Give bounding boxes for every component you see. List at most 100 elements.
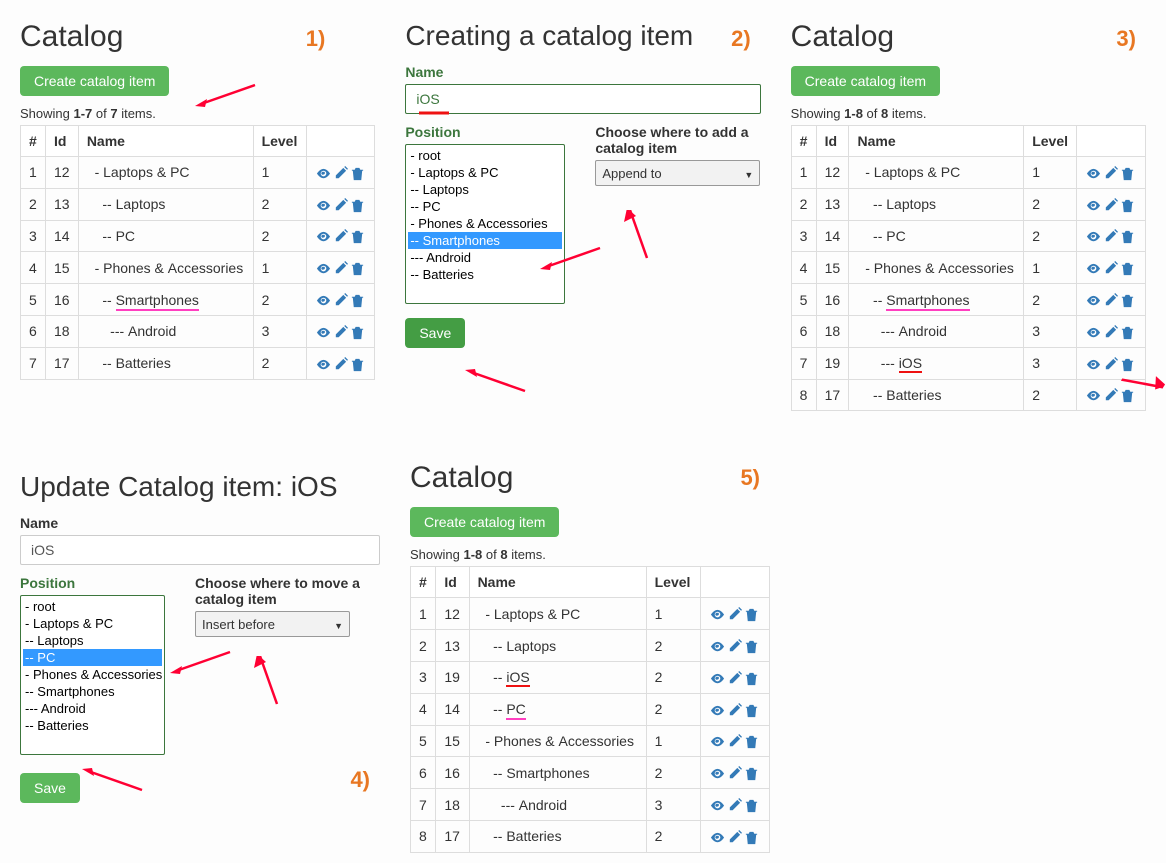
eye-icon[interactable] — [316, 259, 331, 276]
name-input[interactable] — [405, 84, 760, 114]
pencil-icon[interactable] — [333, 228, 348, 245]
trash-icon[interactable] — [350, 291, 365, 308]
eye-icon[interactable] — [1086, 355, 1101, 372]
eye-icon[interactable] — [710, 796, 725, 813]
eye-icon[interactable] — [710, 733, 725, 750]
eye-icon[interactable] — [316, 196, 331, 213]
cell-id: 17 — [436, 820, 469, 852]
pencil-icon[interactable] — [727, 669, 742, 686]
save-button[interactable]: Save — [405, 318, 465, 348]
page-title: Catalog — [791, 20, 1146, 54]
row-actions — [1077, 157, 1146, 189]
eye-icon[interactable] — [1086, 387, 1101, 404]
pencil-icon[interactable] — [727, 764, 742, 781]
eye-icon[interactable] — [316, 355, 331, 372]
pencil-icon[interactable] — [1103, 387, 1118, 404]
pencil-icon[interactable] — [727, 828, 742, 845]
eye-icon[interactable] — [316, 323, 331, 340]
trash-icon[interactable] — [1120, 323, 1135, 340]
eye-icon[interactable] — [316, 164, 331, 181]
eye-icon[interactable] — [1086, 291, 1101, 308]
name-input[interactable] — [20, 535, 380, 565]
tree-laptops: -- Laptops — [23, 632, 162, 649]
eye-icon[interactable] — [710, 637, 725, 654]
pencil-icon[interactable] — [1103, 355, 1118, 372]
trash-icon[interactable] — [1120, 291, 1135, 308]
step-2-label: 2) — [731, 26, 751, 52]
cell-level: 1 — [253, 157, 306, 189]
pencil-icon[interactable] — [1103, 196, 1118, 213]
pencil-icon[interactable] — [727, 605, 742, 622]
table-row: 112 - Laptops & PC1 — [791, 157, 1145, 189]
eye-icon[interactable] — [1086, 164, 1101, 181]
eye-icon[interactable] — [316, 291, 331, 308]
pencil-icon[interactable] — [333, 291, 348, 308]
cell-num: 8 — [791, 379, 816, 411]
pencil-icon[interactable] — [333, 355, 348, 372]
tree-android: --- Android — [408, 249, 562, 266]
pencil-icon[interactable] — [727, 637, 742, 654]
trash-icon[interactable] — [350, 196, 365, 213]
col-id: Id — [816, 126, 849, 157]
position-tree[interactable]: - root - Laptops & PC -- Laptops -- PC -… — [405, 144, 565, 304]
eye-icon[interactable] — [710, 828, 725, 845]
trash-icon[interactable] — [350, 228, 365, 245]
pencil-icon[interactable] — [333, 259, 348, 276]
tree-laptops-pc: - Laptops & PC — [23, 615, 162, 632]
cell-name: -- Batteries — [78, 347, 253, 379]
eye-icon[interactable] — [1086, 196, 1101, 213]
trash-icon[interactable] — [744, 637, 759, 654]
trash-icon[interactable] — [350, 355, 365, 372]
tree-laptops: -- Laptops — [408, 181, 562, 198]
cell-level: 2 — [1024, 220, 1077, 252]
cell-name: -- Laptops — [78, 188, 253, 220]
trash-icon[interactable] — [350, 323, 365, 340]
pencil-icon[interactable] — [333, 323, 348, 340]
trash-icon[interactable] — [1120, 259, 1135, 276]
pencil-icon[interactable] — [727, 796, 742, 813]
create-catalog-button[interactable]: Create catalog item — [791, 66, 940, 96]
trash-icon[interactable] — [1120, 164, 1135, 181]
trash-icon[interactable] — [350, 259, 365, 276]
eye-icon[interactable] — [1086, 323, 1101, 340]
trash-icon[interactable] — [1120, 228, 1135, 245]
trash-icon[interactable] — [1120, 355, 1135, 372]
trash-icon[interactable] — [350, 164, 365, 181]
create-catalog-button[interactable]: Create catalog item — [20, 66, 169, 96]
append-mode-dropdown[interactable]: Append to — [595, 160, 760, 186]
pencil-icon[interactable] — [1103, 164, 1118, 181]
pencil-icon[interactable] — [333, 164, 348, 181]
pencil-icon[interactable] — [727, 733, 742, 750]
trash-icon[interactable] — [744, 796, 759, 813]
pencil-icon[interactable] — [1103, 228, 1118, 245]
trash-icon[interactable] — [744, 669, 759, 686]
pencil-icon[interactable] — [1103, 291, 1118, 308]
eye-icon[interactable] — [1086, 259, 1101, 276]
pencil-icon[interactable] — [727, 701, 742, 718]
eye-icon[interactable] — [710, 764, 725, 781]
pencil-icon[interactable] — [1103, 259, 1118, 276]
cell-level: 1 — [1024, 157, 1077, 189]
trash-icon[interactable] — [744, 764, 759, 781]
trash-icon[interactable] — [744, 733, 759, 750]
trash-icon[interactable] — [744, 701, 759, 718]
eye-icon[interactable] — [710, 669, 725, 686]
eye-icon[interactable] — [710, 701, 725, 718]
position-tree[interactable]: - root - Laptops & PC -- Laptops -- PC -… — [20, 595, 165, 755]
trash-icon[interactable] — [744, 605, 759, 622]
eye-icon[interactable] — [316, 228, 331, 245]
cell-id: 18 — [45, 315, 78, 347]
row-actions — [306, 252, 375, 284]
trash-icon[interactable] — [1120, 387, 1135, 404]
table-row: 618 --- Android3 — [791, 315, 1145, 347]
pencil-icon[interactable] — [1103, 323, 1118, 340]
eye-icon[interactable] — [710, 605, 725, 622]
create-catalog-button[interactable]: Create catalog item — [410, 507, 559, 537]
trash-icon[interactable] — [744, 828, 759, 845]
insert-mode-dropdown[interactable]: Insert before — [195, 611, 350, 637]
pencil-icon[interactable] — [333, 196, 348, 213]
save-button[interactable]: Save — [20, 773, 80, 803]
trash-icon[interactable] — [1120, 196, 1135, 213]
cell-num: 3 — [21, 220, 46, 252]
eye-icon[interactable] — [1086, 228, 1101, 245]
